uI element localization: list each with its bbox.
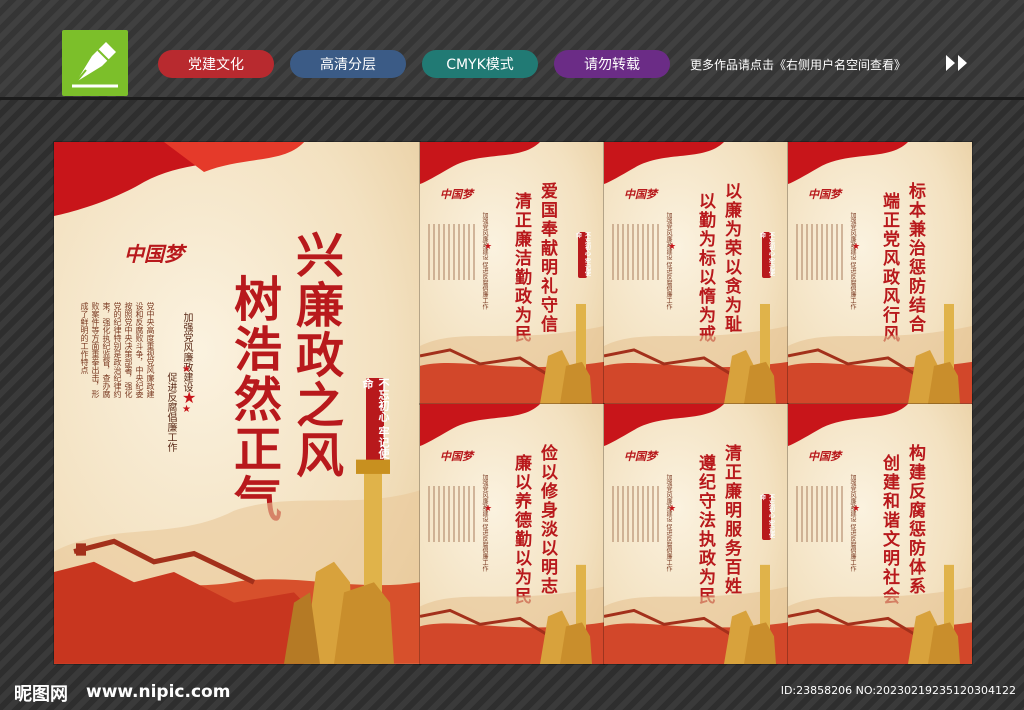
site-logo: 昵图网 xyxy=(14,684,68,705)
site-url[interactable]: www.nipic.com xyxy=(86,682,230,702)
china-dream-logo: 中国梦 xyxy=(624,188,657,201)
poster-4: 中国梦 俭以修身淡以明志 廉以养德勤以为民 加强党风廉政建设 促进反腐倡廉工作 … xyxy=(420,404,604,664)
star-icon: ★ xyxy=(182,364,191,375)
tag-cmyk-mode[interactable]: CMYK模式 xyxy=(422,50,538,78)
body-text-block xyxy=(428,224,475,280)
seal-stamp: 不忘初心 牢记使命 xyxy=(574,232,591,278)
star-icon: ★ xyxy=(852,504,861,514)
poster-5: 中国梦 清正廉明服务百姓 遵纪守法执政为民 加强党风廉政建设 促进反腐倡廉工作 … xyxy=(604,404,788,664)
star-icon: ★ xyxy=(484,242,493,252)
star-icon: ★ xyxy=(182,404,191,415)
china-dream-logo: 中国梦 xyxy=(624,450,657,463)
poster-6: 中国梦 构建反腐惩防体系 创建和谐文明社会 加强党风廉政建设 促进反腐倡廉工作 … xyxy=(788,404,972,664)
double-chevron-right-icon[interactable] xyxy=(944,54,972,72)
red-flag xyxy=(604,404,724,446)
body-text-block xyxy=(428,486,475,542)
seal-stamp: 不忘初心 牢记使命 xyxy=(758,494,775,540)
star-icon: ★ xyxy=(668,242,677,252)
pen-nib-icon xyxy=(62,30,128,96)
image-id-label: ID:23858206 NO:20230219235120304122 xyxy=(780,684,1016,697)
china-dream-logo: 中国梦 xyxy=(808,188,841,201)
red-flag xyxy=(420,404,540,446)
top-banner: 党建文化 高清分层 CMYK模式 请勿转载 更多作品请点击《右侧用户名空间查看》 xyxy=(0,0,1024,100)
star-icon: ★ xyxy=(484,504,493,514)
red-flag xyxy=(788,142,908,184)
poster-2: 中国梦 以廉为荣以贪为耻 以勤为标以惰为戒 加强党风廉政建设 促进反腐倡廉工作 … xyxy=(604,142,788,404)
seal-stamp: 不忘初心 牢记使命 xyxy=(758,232,775,278)
red-flag xyxy=(788,404,908,446)
poster-3: 中国梦 标本兼治惩防结合 端正党风政风行风 加强党风廉政建设 促进反腐倡廉工作 … xyxy=(788,142,972,404)
body-text-block xyxy=(612,486,659,542)
main-body-text: 党中央高度重视党风廉政建设和反腐败斗争，中央纪委按照党中央决策部署，强化党的纪律… xyxy=(80,302,155,398)
body-text-block xyxy=(796,486,843,542)
body-text-block xyxy=(796,224,843,280)
poster-1: 中国梦 爱国奉献明礼守信 清正廉洁勤政为民 加强党风廉政建设 促进反腐倡廉工作 … xyxy=(420,142,604,404)
more-works-link[interactable]: 更多作品请点击《右侧用户名空间查看》 xyxy=(690,56,906,73)
main-poster: 中国梦 兴廉政之风 树浩然正气 加强党风廉政建设 促进反腐倡廉工作 党中央高度重… xyxy=(54,142,420,664)
red-flag xyxy=(54,142,304,216)
tag-no-repost[interactable]: 请勿转载 xyxy=(554,50,670,78)
tag-hd-layers[interactable]: 高清分层 xyxy=(290,50,406,78)
star-icon: ★ xyxy=(852,242,861,252)
great-wall-monument-scene xyxy=(788,304,972,404)
china-dream-logo: 中国梦 xyxy=(440,188,473,201)
great-wall-monument-scene xyxy=(788,564,972,664)
star-icon: ★ xyxy=(668,504,677,514)
great-wall-monument-scene xyxy=(604,564,788,664)
china-dream-logo: 中国梦 xyxy=(124,242,184,266)
tag-party-culture[interactable]: 党建文化 xyxy=(158,50,274,78)
red-flag xyxy=(420,142,540,184)
body-text-block xyxy=(612,224,659,280)
great-wall-monument-scene xyxy=(420,564,604,664)
china-dream-logo: 中国梦 xyxy=(440,450,473,463)
great-wall-monument-scene xyxy=(54,459,420,664)
red-flag xyxy=(604,142,724,184)
great-wall-monument-scene xyxy=(420,304,604,404)
great-wall-monument-scene xyxy=(604,304,788,404)
china-dream-logo: 中国梦 xyxy=(808,450,841,463)
